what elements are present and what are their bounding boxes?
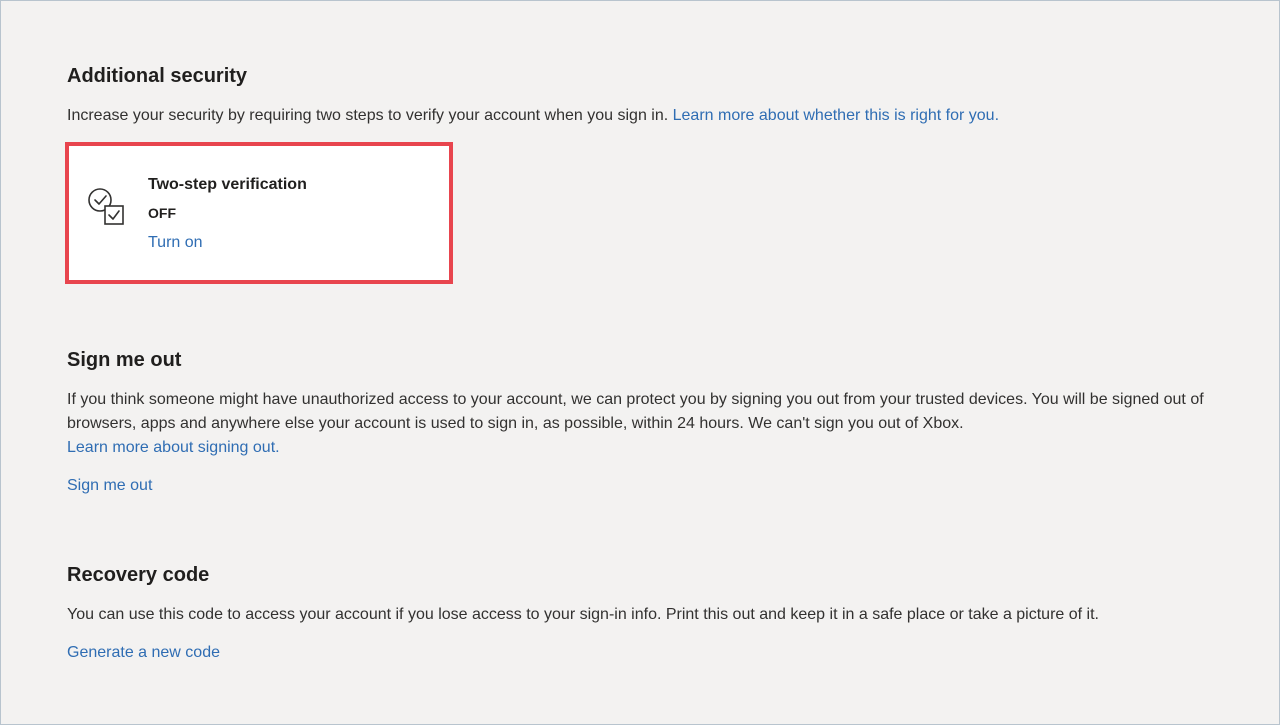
recovery-code-heading: Recovery code <box>67 564 210 586</box>
sign-me-out-description-text: If you think someone might have unauthor… <box>67 391 1204 432</box>
two-step-verification-card: Two-step verification OFF Turn on <box>65 142 453 284</box>
generate-new-code-link[interactable]: Generate a new code <box>67 641 220 665</box>
sign-me-out-heading: Sign me out <box>67 349 182 371</box>
recovery-code-description: You can use this code to access your acc… <box>67 606 1099 623</box>
two-step-verification-title: Two-step verification <box>148 176 307 193</box>
sign-me-out-description: If you think someone might have unauthor… <box>67 388 1237 460</box>
recovery-code-section: Recovery code You can use this code to a… <box>67 561 1237 665</box>
two-step-verification-icon <box>85 186 129 230</box>
additional-security-description-text: Increase your security by requiring two … <box>67 107 673 124</box>
sign-me-out-link[interactable]: Sign me out <box>67 474 152 498</box>
additional-security-heading: Additional security <box>67 65 248 87</box>
turn-on-link[interactable]: Turn on <box>148 232 203 254</box>
learn-more-two-step-link[interactable]: Learn more about whether this is right f… <box>673 107 999 124</box>
two-step-verification-status: OFF <box>148 205 176 221</box>
sign-me-out-section: Sign me out If you think someone might h… <box>67 346 1237 498</box>
learn-more-signing-out-link[interactable]: Learn more about signing out. <box>67 439 280 456</box>
additional-security-section: Additional security Increase your securi… <box>65 62 1237 284</box>
additional-security-description: Increase your security by requiring two … <box>67 104 1237 128</box>
